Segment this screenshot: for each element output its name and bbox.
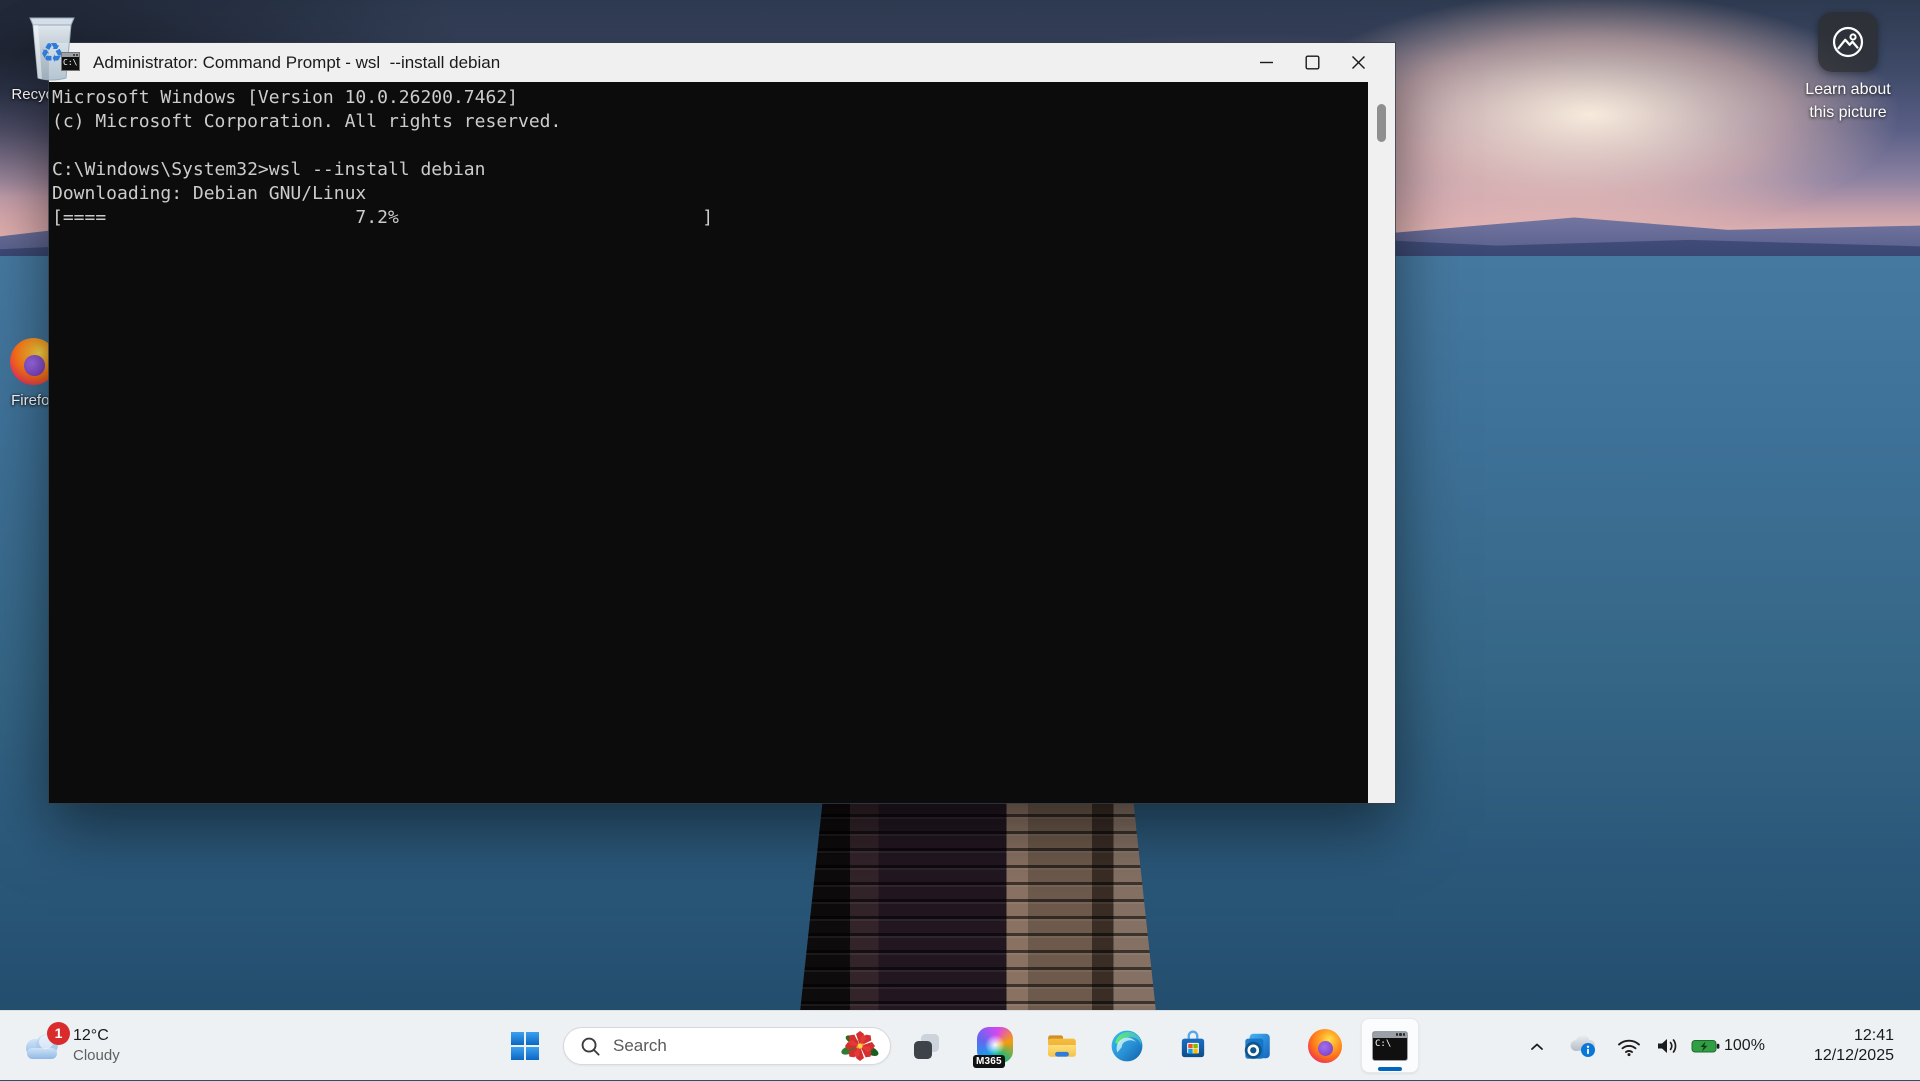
edge-icon [1111, 1030, 1143, 1062]
microsoft-store-icon [1181, 1030, 1205, 1058]
terminal-scrollbar[interactable] [1368, 82, 1395, 803]
minimize-button[interactable] [1243, 43, 1289, 82]
search-input[interactable] [613, 1036, 840, 1056]
m365-badge: M365 [973, 1055, 1005, 1068]
weather-text: 12°C Cloudy [73, 1027, 120, 1064]
notification-badge: 1 [47, 1021, 70, 1045]
taskbar-m365-copilot-button[interactable]: M365 [973, 1024, 1018, 1068]
window-titlebar[interactable]: Administrator: Command Prompt - wsl --in… [49, 43, 1395, 82]
taskbar-file-explorer-button[interactable] [1040, 1024, 1084, 1068]
picture-icon[interactable] [1818, 12, 1878, 72]
weather-icon-wrap: 1 [20, 1021, 70, 1064]
command-prompt-icon: C:\ [1372, 1030, 1408, 1061]
tray-wifi-button[interactable] [1610, 1011, 1648, 1081]
terminal-line: Downloading: Debian GNU/Linux [52, 183, 367, 204]
command-prompt-window: Administrator: Command Prompt - wsl --in… [49, 43, 1395, 803]
taskbar-edge-button[interactable] [1105, 1024, 1149, 1068]
search-icon [581, 1037, 600, 1056]
clock-time: 12:41 [1853, 1027, 1894, 1044]
weather-temperature: 12°C [73, 1027, 109, 1044]
learn-about-picture-text: Learn about this picture [1805, 81, 1891, 121]
start-button[interactable] [503, 1024, 547, 1068]
maximize-icon [1305, 55, 1320, 70]
image-icon [1832, 26, 1864, 58]
window-controls [1243, 43, 1395, 82]
weather-widget[interactable]: 1 12°C Cloudy [10, 1011, 130, 1080]
wallpaper-pier [800, 780, 1156, 1012]
terminal-screen[interactable]: Microsoft Windows [Version 10.0.26200.74… [49, 82, 1395, 803]
taskbar-search[interactable] [563, 1027, 891, 1065]
taskbar-command-prompt-button-active[interactable]: C:\ [1361, 1018, 1419, 1073]
cmd-icon-prompt-text: C:\ [63, 58, 78, 67]
battery-charging-icon [1691, 1040, 1720, 1053]
scrollbar-thumb[interactable] [1377, 104, 1386, 142]
weather-condition: Cloudy [73, 1047, 120, 1064]
chevron-up-icon [1531, 1043, 1543, 1050]
firefox-icon-core [1318, 1041, 1334, 1057]
windows-logo-icon [511, 1032, 539, 1060]
tray-onedrive-button[interactable] [1562, 1011, 1602, 1081]
speaker-icon [1658, 1039, 1677, 1053]
battery-percentage: 100% [1724, 1037, 1765, 1054]
cmd-window-icon: C:\ [61, 52, 80, 71]
task-view-icon [913, 1033, 939, 1059]
tray-clock[interactable]: 12:41 12/12/2025 [1814, 1011, 1894, 1081]
maximize-button[interactable] [1289, 43, 1335, 82]
outlook-icon [1244, 1033, 1270, 1059]
firefox-icon [1308, 1029, 1342, 1063]
terminal-progress-line: [==== 7.2% ] [52, 207, 714, 228]
terminal-line: C:\Windows\System32>wsl --install debian [52, 159, 486, 180]
file-explorer-icon [1048, 1035, 1076, 1057]
wifi-icon [1618, 1039, 1640, 1056]
cmd-icon-prompt-text: C:\ [1375, 1038, 1392, 1049]
close-button[interactable] [1335, 43, 1381, 82]
window-title: Administrator: Command Prompt - wsl --in… [93, 52, 501, 72]
close-icon [1351, 56, 1365, 69]
active-app-indicator [1378, 1067, 1402, 1071]
tray-battery-button[interactable] [1688, 1011, 1724, 1081]
onedrive-cloud-icon [1570, 1034, 1595, 1057]
tray-hidden-icons-chevron[interactable] [1520, 1011, 1554, 1081]
taskbar-microsoft-store-button[interactable] [1171, 1024, 1215, 1068]
taskbar-firefox-button[interactable] [1303, 1024, 1347, 1068]
recycle-bin-icon[interactable]: ♻ [24, 6, 80, 84]
terminal-line: Microsoft Windows [Version 10.0.26200.74… [52, 87, 518, 108]
clock-date: 12/12/2025 [1813, 1047, 1894, 1064]
taskbar: 1 12°C Cloudy Search M365 C:\ 100% 12:41… [0, 1010, 1920, 1080]
minimize-icon [1259, 61, 1273, 64]
learn-about-picture-widget[interactable]: Learn about this picture [1786, 12, 1910, 124]
firefox-icon-core [24, 354, 45, 376]
tray-volume-button[interactable] [1648, 1011, 1686, 1081]
copilot-icon-wrap: M365 [973, 1027, 1015, 1068]
search-highlight-poinsettia-icon[interactable] [840, 1030, 880, 1062]
task-view-button[interactable] [904, 1024, 948, 1068]
terminal-line: (c) Microsoft Corporation. All rights re… [52, 111, 562, 132]
taskbar-outlook-button[interactable] [1235, 1024, 1279, 1068]
terminal-output: Microsoft Windows [Version 10.0.26200.74… [49, 82, 1368, 803]
